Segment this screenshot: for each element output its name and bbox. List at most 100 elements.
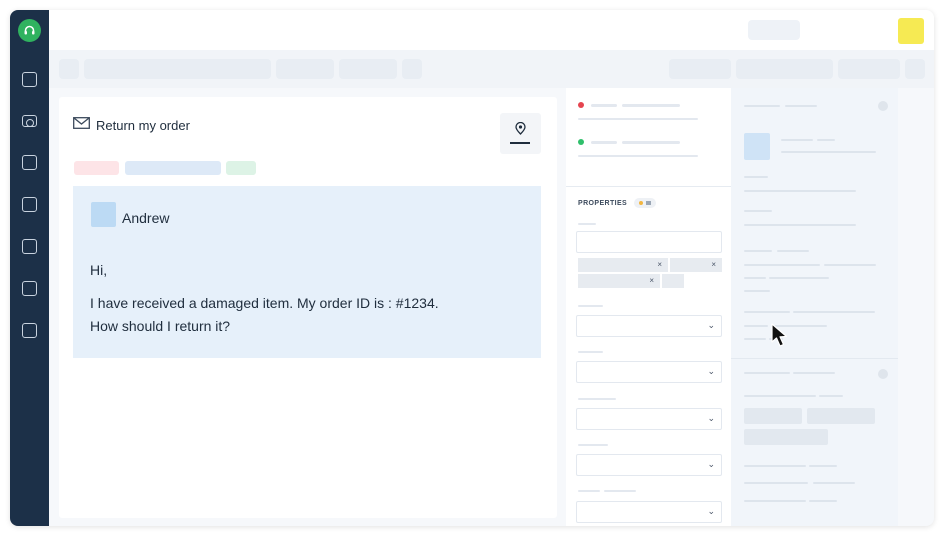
toolbar-placeholder[interactable] — [402, 59, 422, 79]
inbox-icon[interactable] — [22, 115, 37, 127]
placeholder-line — [744, 277, 766, 279]
tag-blue[interactable] — [125, 161, 221, 175]
message-bubble: Andrew Hi, I have received a damaged ite… — [73, 186, 541, 358]
placeholder-line — [777, 250, 809, 252]
placeholder-line — [591, 141, 617, 144]
placeholder-line — [744, 250, 772, 252]
panel-collapse-icon[interactable] — [878, 369, 888, 379]
placeholder-line — [744, 210, 772, 212]
chevron-down-icon: ⌄ — [707, 506, 715, 516]
field-label-placeholder — [578, 305, 603, 307]
user-avatar[interactable] — [898, 18, 924, 44]
placeholder-line — [744, 190, 856, 192]
headset-icon[interactable] — [18, 19, 41, 42]
top-bar-placeholder[interactable] — [748, 20, 800, 40]
placeholder-line — [578, 155, 698, 157]
field-label-placeholder — [578, 223, 596, 225]
placeholder-line — [781, 139, 813, 141]
top-bar — [49, 10, 934, 50]
pin-underline — [510, 142, 530, 144]
toolbar-placeholder[interactable] — [339, 59, 397, 79]
properties-label: PROPERTIES — [578, 200, 628, 207]
placeholder-line — [817, 139, 835, 141]
placeholder-line — [809, 500, 837, 502]
placeholder-button[interactable] — [744, 429, 828, 445]
placeholder-line — [744, 311, 790, 313]
property-dropdown[interactable]: ⌄ — [576, 501, 722, 523]
field-label-placeholder — [578, 444, 608, 446]
placeholder-line — [744, 325, 768, 327]
placeholder-line — [809, 465, 837, 467]
chip-close-icon[interactable]: × — [657, 260, 662, 269]
property-chip[interactable]: × — [578, 258, 668, 272]
property-chip[interactable]: × — [578, 274, 660, 288]
chevron-down-icon: ⌄ — [707, 459, 715, 469]
placeholder-button[interactable] — [807, 408, 875, 424]
sidebar-item-3-icon[interactable] — [22, 155, 37, 170]
sidebar-item-7-icon[interactable] — [22, 323, 37, 338]
message-line-1: I have received a damaged item. My order… — [90, 295, 439, 311]
placeholder-line — [793, 372, 835, 374]
placeholder-line — [744, 176, 768, 178]
toolbar-placeholder[interactable] — [669, 59, 731, 79]
toolbar-placeholder[interactable] — [736, 59, 833, 79]
placeholder-button[interactable] — [744, 408, 802, 424]
chevron-down-icon: ⌄ — [707, 366, 715, 376]
sidebar-item-5-icon[interactable] — [22, 239, 37, 254]
ticket-title-row: Return my order — [73, 116, 190, 134]
placeholder-line — [781, 151, 876, 153]
field-label-placeholder — [578, 398, 616, 400]
tag-red[interactable] — [74, 161, 119, 175]
toolbar-placeholder[interactable] — [838, 59, 900, 79]
property-text-field[interactable] — [576, 231, 722, 253]
panel-collapse-icon[interactable] — [878, 101, 888, 111]
toolbar-placeholder[interactable] — [276, 59, 334, 79]
placeholder-line — [591, 104, 617, 107]
property-chip[interactable]: × — [670, 258, 722, 272]
placeholder-line — [769, 277, 829, 279]
property-dropdown[interactable]: ⌄ — [576, 315, 722, 337]
divider — [731, 358, 898, 359]
pin-button[interactable] — [500, 113, 541, 154]
status-dot-red — [578, 102, 584, 108]
placeholder-line — [744, 500, 806, 502]
sidebar-item-1-icon[interactable] — [22, 72, 37, 87]
ticket-title: Return my order — [96, 117, 190, 133]
tag-green[interactable] — [226, 161, 256, 175]
field-label-placeholder — [578, 490, 600, 492]
property-dropdown[interactable]: ⌄ — [576, 408, 722, 430]
property-dropdown[interactable]: ⌄ — [576, 361, 722, 383]
placeholder-line — [744, 465, 806, 467]
placeholder-line — [744, 290, 770, 292]
chevron-down-icon: ⌄ — [707, 413, 715, 423]
chip-close-icon[interactable]: × — [711, 260, 716, 269]
placeholder-line — [744, 264, 820, 266]
status-dot-green — [578, 139, 584, 145]
property-dropdown[interactable]: ⌄ — [576, 454, 722, 476]
sender-avatar — [91, 202, 116, 227]
customer-panel — [731, 88, 898, 526]
chip-close-icon[interactable]: × — [649, 276, 654, 285]
placeholder-line — [824, 264, 876, 266]
placeholder-line — [744, 224, 856, 226]
toolbar-placeholder[interactable] — [59, 59, 79, 79]
placeholder-line — [622, 141, 680, 144]
toolbar-placeholder[interactable] — [905, 59, 925, 79]
message-greeting: Hi, — [90, 262, 108, 278]
ticket-card: Return my order Andrew Hi, I have receiv… — [59, 97, 557, 518]
toolbar — [49, 50, 934, 88]
placeholder-line — [744, 372, 790, 374]
customer-avatar — [744, 133, 770, 160]
placeholder-line — [785, 105, 817, 107]
placeholder-line — [813, 482, 855, 484]
property-chip[interactable] — [662, 274, 684, 288]
location-pin-icon — [515, 121, 526, 140]
toolbar-placeholder[interactable] — [84, 59, 271, 79]
placeholder-line — [819, 395, 843, 397]
field-label-placeholder — [578, 351, 603, 353]
properties-count-badge — [634, 198, 656, 208]
field-label-placeholder — [604, 490, 636, 492]
placeholder-line — [578, 118, 698, 120]
sidebar-item-6-icon[interactable] — [22, 281, 37, 296]
sidebar-item-4-icon[interactable] — [22, 197, 37, 212]
